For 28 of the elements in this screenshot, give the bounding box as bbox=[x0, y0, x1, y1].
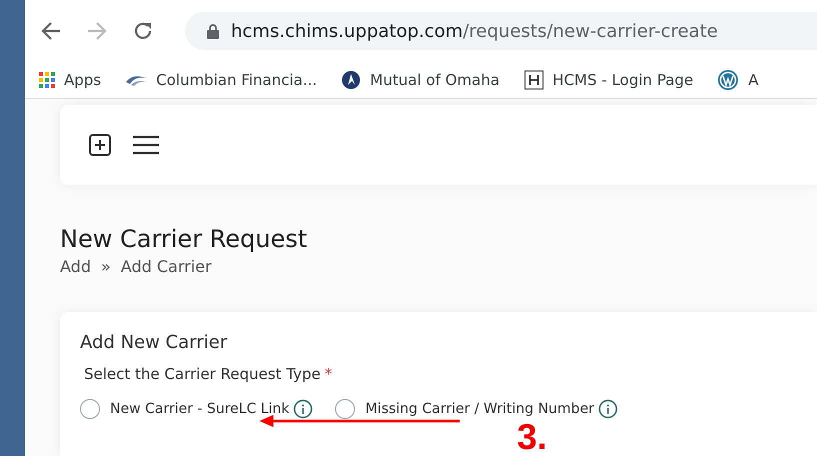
radio-button[interactable] bbox=[335, 399, 356, 419]
radio-button[interactable] bbox=[80, 399, 100, 419]
info-icon[interactable] bbox=[598, 399, 618, 419]
bookmark[interactable]: Columbian Financia... bbox=[125, 71, 318, 89]
circle-logo-icon bbox=[717, 69, 740, 91]
breadcrumb-separator: » bbox=[100, 257, 111, 276]
radio-label[interactable]: New Carrier - SureLC Link bbox=[110, 401, 290, 417]
square-letter-icon bbox=[524, 70, 544, 90]
bookmark[interactable]: A bbox=[717, 69, 759, 91]
bookmark[interactable]: Apps bbox=[39, 71, 102, 89]
breadcrumb-item[interactable]: Add bbox=[60, 257, 91, 276]
breadcrumb-item[interactable]: Add Carrier bbox=[120, 257, 212, 276]
page-title: New Carrier Request bbox=[60, 225, 308, 253]
field-label: Select the Carrier Request Type * bbox=[84, 365, 334, 383]
annotation-label: 3. bbox=[517, 419, 548, 455]
add-square-icon[interactable] bbox=[88, 133, 112, 157]
bookmark[interactable]: Mutual of Omaha bbox=[341, 70, 500, 90]
url-text: hcms.chims.uppatop.com/requests/new-carrier-create bbox=[231, 20, 718, 42]
swoosh-logo-icon bbox=[125, 73, 148, 87]
apps-grid-icon bbox=[39, 72, 55, 88]
info-icon[interactable] bbox=[293, 399, 314, 419]
radio-label[interactable]: Missing Carrier / Writing Number bbox=[365, 401, 594, 417]
card-title: Add New Carrier bbox=[80, 332, 228, 353]
bookmark[interactable]: HCMS - Login Page bbox=[524, 70, 694, 90]
address-bar[interactable]: hcms.chims.uppatop.com/requests/new-carrier-create bbox=[185, 12, 817, 50]
lock-icon bbox=[207, 24, 219, 38]
menu-icon[interactable] bbox=[132, 134, 160, 156]
round-logo-icon bbox=[341, 70, 362, 90]
